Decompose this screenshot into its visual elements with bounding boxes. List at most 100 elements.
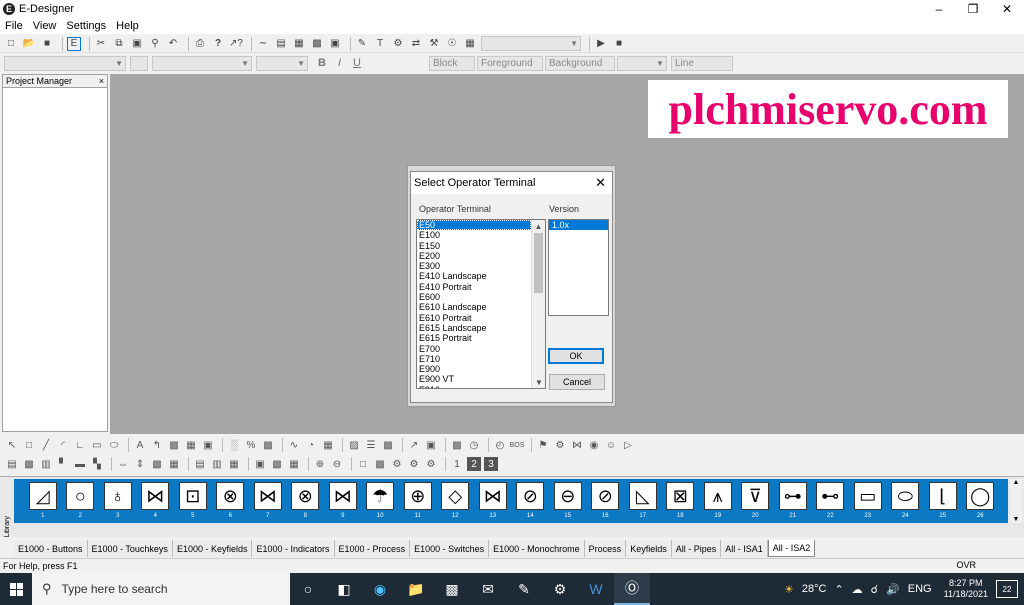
text-tool-icon[interactable]: A bbox=[133, 438, 147, 452]
clock[interactable]: 8:27 PM 11/18/2021 bbox=[944, 578, 988, 600]
terminal-list-item[interactable]: E900 VT bbox=[417, 374, 531, 384]
word-icon[interactable]: W bbox=[578, 573, 614, 605]
terminal-scrollbar[interactable]: ▲ ▼ bbox=[531, 220, 545, 388]
library-symbol[interactable]: ○ 2 bbox=[62, 479, 100, 523]
arc-icon[interactable]: ◜ bbox=[56, 438, 70, 452]
bar-graph-icon[interactable]: ░ bbox=[227, 438, 241, 452]
ellipse-icon[interactable]: ⬭ bbox=[107, 438, 121, 452]
image-icon[interactable]: ▣ bbox=[328, 37, 342, 51]
group-icon[interactable]: ▣ bbox=[253, 457, 267, 471]
language-indicator[interactable]: ENG bbox=[908, 583, 932, 595]
terminal-list[interactable]: E50 E100 E150 E200 E300 E410 Landscape E410 Po… bbox=[416, 219, 546, 389]
align-bottom-icon[interactable]: ▚ bbox=[90, 457, 104, 471]
print-icon[interactable]: ⎙ bbox=[193, 37, 207, 51]
terminal-list-item[interactable]: E610 Landscape bbox=[417, 302, 531, 312]
library-symbol[interactable]: ☂ 10 bbox=[362, 479, 400, 523]
paint-icon[interactable]: ✎ bbox=[506, 573, 542, 605]
onedrive-icon[interactable]: ☁ bbox=[852, 583, 863, 596]
font-combo[interactable]: ▼ bbox=[152, 55, 252, 71]
library-tab[interactable]: E1000 - Touchkeys bbox=[87, 540, 173, 557]
edge-icon[interactable]: ◉ bbox=[362, 573, 398, 605]
rectangle-icon[interactable]: ▭ bbox=[90, 438, 104, 452]
cancel-button[interactable]: Cancel bbox=[549, 374, 605, 390]
library-symbol[interactable]: ⊗ 6 bbox=[212, 479, 250, 523]
object-combo-button[interactable] bbox=[130, 55, 148, 71]
copy-icon[interactable]: ⧉ bbox=[112, 37, 126, 51]
align-middle-icon[interactable]: ▬ bbox=[73, 457, 87, 471]
find-icon[interactable]: ⚲ bbox=[148, 37, 162, 51]
time-icon[interactable]: ◴ bbox=[493, 438, 507, 452]
layers-icon[interactable]: ▩ bbox=[310, 37, 324, 51]
taskbar-search[interactable]: ⚲ Type here to search bbox=[32, 573, 290, 605]
gear-app-icon[interactable]: ⚙ bbox=[542, 573, 578, 605]
bos-icon[interactable]: BOS bbox=[510, 438, 525, 452]
weather-icon[interactable]: ☀ bbox=[784, 583, 794, 596]
meter-icon[interactable]: ◔ bbox=[304, 438, 318, 452]
center-vertical-icon[interactable]: ▥ bbox=[210, 457, 224, 471]
space-vertical-icon[interactable]: ⇕ bbox=[133, 457, 147, 471]
select-area-icon[interactable]: □ bbox=[22, 438, 36, 452]
scroll-thumb[interactable] bbox=[534, 233, 543, 293]
library-symbol[interactable]: ⊕ 11 bbox=[399, 479, 437, 523]
new-file-icon[interactable]: □ bbox=[4, 37, 18, 51]
scroll-up-icon[interactable]: ▲ bbox=[532, 220, 545, 232]
motor-icon[interactable]: ⚙ bbox=[553, 438, 567, 452]
user-icon[interactable]: ☺ bbox=[604, 438, 618, 452]
weather-temp[interactable]: 28°C bbox=[802, 583, 827, 595]
library-symbol[interactable]: ⩚ 19 bbox=[699, 479, 737, 523]
layer-1-icon[interactable]: 1 bbox=[450, 457, 464, 471]
settings-icon[interactable]: ⚙ bbox=[391, 37, 405, 51]
alarm-icon[interactable]: ▣ bbox=[424, 438, 438, 452]
jump-icon[interactable]: ▨ bbox=[347, 438, 361, 452]
block-field[interactable]: Block bbox=[428, 55, 475, 71]
pages-icon[interactable]: ▩ bbox=[373, 457, 387, 471]
terminal-list-item[interactable]: E900 bbox=[417, 364, 531, 374]
digital-text-icon[interactable]: ↰ bbox=[150, 438, 164, 452]
library-symbol[interactable]: ⋈ 13 bbox=[474, 479, 512, 523]
table-icon[interactable]: ▦ bbox=[321, 438, 335, 452]
bitmap-icon[interactable]: ▣ bbox=[201, 438, 215, 452]
line-combo[interactable]: Line bbox=[670, 55, 733, 71]
library-symbol[interactable]: ⊗ 8 bbox=[287, 479, 325, 523]
cortana-icon[interactable]: ○ bbox=[290, 573, 326, 605]
ok-button[interactable]: OK bbox=[548, 348, 604, 364]
tools-icon[interactable]: ⚒ bbox=[427, 37, 441, 51]
network-icon[interactable]: ☌ bbox=[871, 583, 878, 596]
volume-icon[interactable]: 🔊 bbox=[886, 583, 900, 596]
trend-graph-icon[interactable]: ↗ bbox=[407, 438, 421, 452]
library-tab[interactable]: Process bbox=[584, 540, 627, 557]
chart-icon[interactable]: ∿ bbox=[287, 438, 301, 452]
notification-center-icon[interactable]: 22 bbox=[996, 580, 1018, 598]
library-symbol[interactable]: ⊡ 5 bbox=[174, 479, 212, 523]
foreground-field[interactable]: Foreground bbox=[476, 55, 543, 71]
flag-icon[interactable]: ⚑ bbox=[536, 438, 550, 452]
center-horizontal-icon[interactable]: ▤ bbox=[193, 457, 207, 471]
library-symbol[interactable]: ⬭ 24 bbox=[887, 479, 925, 523]
undo-icon[interactable]: ↶ bbox=[166, 37, 180, 51]
library-symbol[interactable]: ◺ 17 bbox=[624, 479, 662, 523]
library-symbol[interactable]: ⋈ 4 bbox=[137, 479, 175, 523]
library-tab[interactable]: All - Pipes bbox=[671, 540, 722, 557]
library-scrollbar[interactable]: ▲ ▼ bbox=[1010, 479, 1022, 523]
paste-icon[interactable]: ▣ bbox=[130, 37, 144, 51]
terminal-list-item[interactable]: E150 bbox=[417, 241, 531, 251]
layer-3-icon[interactable]: 3 bbox=[484, 457, 498, 471]
background-field[interactable]: Background bbox=[544, 55, 615, 71]
project-manager-close-icon[interactable]: × bbox=[99, 76, 104, 86]
library-symbol[interactable]: ◿ 1 bbox=[24, 479, 62, 523]
help-icon[interactable]: ? bbox=[211, 37, 225, 51]
text-icon[interactable]: T bbox=[373, 37, 387, 51]
library-tab[interactable]: E1000 - Buttons bbox=[14, 540, 88, 557]
italic-button[interactable]: I bbox=[338, 57, 341, 69]
recipe-icon[interactable]: ▩ bbox=[450, 438, 464, 452]
library-symbol[interactable]: ⌊ 25 bbox=[924, 479, 962, 523]
library-tab[interactable]: E1000 - Keyfields bbox=[172, 540, 253, 557]
terminal-list-item[interactable]: E410 Landscape bbox=[417, 271, 531, 281]
align-left-icon[interactable]: ▤ bbox=[5, 457, 19, 471]
stop-icon[interactable]: ■ bbox=[612, 37, 626, 51]
list-icon[interactable]: ☰ bbox=[364, 438, 378, 452]
line-icon[interactable]: ╱ bbox=[39, 438, 53, 452]
transfer-icon[interactable]: ⇄ bbox=[409, 37, 423, 51]
same-height-icon[interactable]: ▦ bbox=[167, 457, 181, 471]
grid-snap-icon[interactable]: ▦ bbox=[287, 457, 301, 471]
